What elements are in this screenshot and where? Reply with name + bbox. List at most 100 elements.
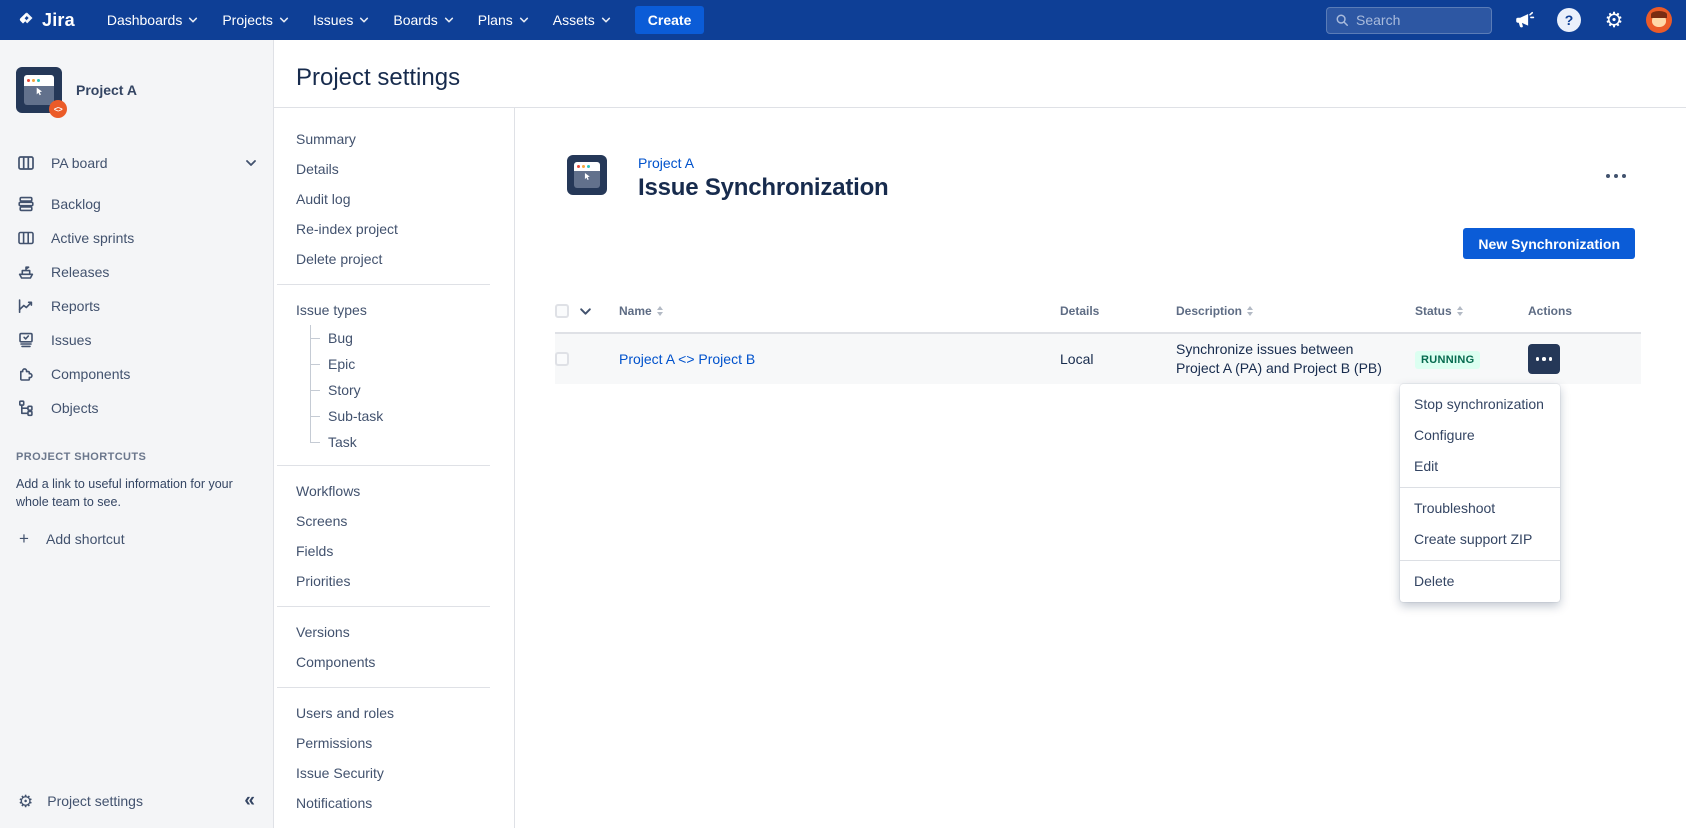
help-icon[interactable]: ? <box>1556 7 1582 33</box>
settings-item-screens[interactable]: Screens <box>274 506 514 536</box>
sort-icon[interactable] <box>1247 306 1253 316</box>
menu-item-edit[interactable]: Edit <box>1400 451 1560 482</box>
menu-projects[interactable]: Projects <box>212 5 299 35</box>
page-header: Project settings <box>274 40 1686 108</box>
settings-item-reindex-project[interactable]: Re-index project <box>274 214 514 244</box>
settings-item-versions[interactable]: Versions <box>274 617 514 647</box>
jira-logo-text: Jira <box>42 10 75 31</box>
sync-details: Local <box>1060 351 1176 367</box>
menu-boards[interactable]: Boards <box>383 5 463 35</box>
column-header-details: Details <box>1060 304 1176 318</box>
announcement-icon[interactable] <box>1511 7 1537 33</box>
settings-item-delete-project[interactable]: Delete project <box>274 244 514 274</box>
settings-item-fields[interactable]: Fields <box>274 536 514 566</box>
select-all-checkbox[interactable] <box>555 304 569 318</box>
sidebar-item-active-sprints[interactable]: Active sprints <box>0 221 273 255</box>
active-sprints-icon <box>16 228 36 248</box>
settings-item-task[interactable]: Task <box>310 429 514 455</box>
column-header-name[interactable]: Name <box>619 304 1060 318</box>
settings-item-audit-log[interactable]: Audit log <box>274 184 514 214</box>
sync-table: Name Details Description Sta <box>555 290 1641 384</box>
settings-item-story[interactable]: Story <box>310 377 514 403</box>
nav-right: ? ⚙ <box>1326 7 1672 34</box>
sync-name-link[interactable]: Project A <> Project B <box>619 351 1060 367</box>
menu-item-configure[interactable]: Configure <box>1400 420 1560 451</box>
menu-dashboards[interactable]: Dashboards <box>97 5 209 35</box>
sidebar-item-components[interactable]: Components <box>0 357 273 391</box>
jira-logo-icon <box>16 10 36 30</box>
chevron-down-icon <box>359 15 369 25</box>
column-header-status[interactable]: Status <box>1415 304 1528 318</box>
settings-nav: Summary Details Audit log Re-index proje… <box>274 108 515 828</box>
gear-icon: ⚙ <box>18 793 33 810</box>
user-avatar[interactable] <box>1646 7 1672 33</box>
collapse-sidebar-icon[interactable]: « <box>244 790 255 812</box>
menu-item-stop-synchronization[interactable]: Stop synchronization <box>1400 389 1560 420</box>
project-avatar: <> <box>16 67 62 113</box>
sidebar-item-issues[interactable]: Issues <box>0 323 273 357</box>
project-shortcuts-section: PROJECT SHORTCUTS Add a link to useful i… <box>0 451 273 549</box>
create-button[interactable]: Create <box>635 6 705 34</box>
search-box[interactable] <box>1326 7 1492 34</box>
row-checkbox[interactable] <box>555 352 569 366</box>
menu-assets[interactable]: Assets <box>543 5 621 35</box>
settings-item-permissions[interactable]: Permissions <box>274 728 514 758</box>
sidebar-item-pa-board[interactable]: PA board <box>0 146 273 180</box>
menu-item-create-support-zip[interactable]: Create support ZIP <box>1400 524 1560 555</box>
menu-item-troubleshoot[interactable]: Troubleshoot <box>1400 493 1560 524</box>
menu-plans[interactable]: Plans <box>468 5 539 35</box>
page-title: Project settings <box>296 64 1686 92</box>
jira-logo[interactable]: Jira <box>16 10 75 31</box>
settings-item-issue-types[interactable]: Issue types <box>274 295 514 325</box>
chevron-down-icon <box>188 15 198 25</box>
menu-item-delete[interactable]: Delete <box>1400 566 1560 597</box>
reports-icon <box>16 296 36 316</box>
table-row: Project A <> Project B Local Synchronize… <box>555 334 1641 384</box>
divider <box>277 687 490 688</box>
divider <box>277 284 490 285</box>
right-column: Project settings Summary Details Audit l… <box>274 40 1686 828</box>
settings-item-sub-task[interactable]: Sub-task <box>310 403 514 429</box>
column-header-description[interactable]: Description <box>1176 304 1415 318</box>
settings-item-summary[interactable]: Summary <box>274 124 514 154</box>
page-more-actions-button[interactable] <box>1600 168 1632 184</box>
plus-icon: + <box>16 529 32 549</box>
status-badge: RUNNING <box>1415 351 1480 369</box>
sidebar-item-releases[interactable]: Releases <box>0 255 273 289</box>
settings-item-priorities[interactable]: Priorities <box>274 566 514 596</box>
divider <box>277 606 490 607</box>
main-content: Project A Issue Synchronization New Sync… <box>515 108 1686 828</box>
settings-item-users-and-roles[interactable]: Users and roles <box>274 698 514 728</box>
settings-gear-icon[interactable]: ⚙ <box>1601 7 1627 33</box>
settings-item-workflows[interactable]: Workflows <box>274 476 514 506</box>
content-header: Project A Issue Synchronization <box>567 155 889 202</box>
search-icon <box>1335 13 1349 27</box>
new-synchronization-button[interactable]: New Synchronization <box>1463 228 1635 259</box>
board-icon <box>16 153 36 173</box>
row-actions-button[interactable] <box>1528 344 1560 374</box>
top-nav: Jira Dashboards Projects Issues Boards P… <box>0 0 1686 40</box>
chevron-down-icon[interactable] <box>245 153 257 173</box>
chevron-down-icon <box>601 15 611 25</box>
project-avatar <box>567 155 607 195</box>
sidebar-item-backlog[interactable]: Backlog <box>0 187 273 221</box>
chevron-down-icon <box>444 15 454 25</box>
settings-item-details[interactable]: Details <box>274 154 514 184</box>
sidebar-item-reports[interactable]: Reports <box>0 289 273 323</box>
sort-icon[interactable] <box>657 306 663 316</box>
settings-item-components[interactable]: Components <box>274 647 514 677</box>
table-header-row: Name Details Description Sta <box>555 290 1641 334</box>
settings-item-notifications[interactable]: Notifications <box>274 788 514 818</box>
breadcrumb-project-link[interactable]: Project A <box>638 155 889 171</box>
settings-item-issue-security[interactable]: Issue Security <box>274 758 514 788</box>
menu-issues[interactable]: Issues <box>303 5 379 35</box>
add-shortcut-button[interactable]: + Add shortcut <box>16 529 257 549</box>
settings-item-epic[interactable]: Epic <box>310 351 514 377</box>
sidebar-item-objects[interactable]: Objects <box>0 391 273 425</box>
sort-icon[interactable] <box>1457 306 1463 316</box>
select-dropdown-chevron-icon[interactable] <box>579 305 619 318</box>
search-input[interactable] <box>1356 12 1483 28</box>
project-name: Project A <box>76 82 137 98</box>
sidebar-item-project-settings[interactable]: ⚙ Project settings « <box>0 784 273 818</box>
settings-item-bug[interactable]: Bug <box>310 325 514 351</box>
